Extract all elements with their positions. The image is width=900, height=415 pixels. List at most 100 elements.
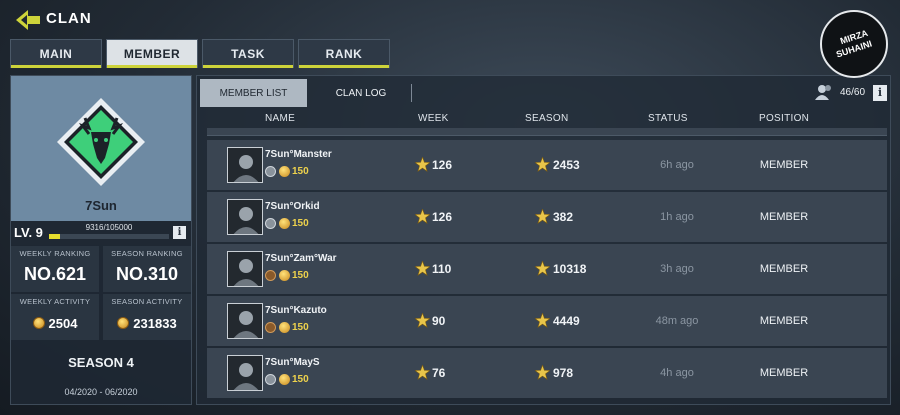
level-coin-icon — [279, 166, 290, 177]
portrait-icon — [228, 304, 262, 338]
tab-main[interactable]: MAIN — [10, 39, 102, 68]
member-row[interactable]: 7Sun°Manster 150 126 2453 6h ago MEMBER — [207, 140, 887, 190]
season-ranking-value: NO.310 — [115, 264, 179, 284]
col-status: STATUS — [648, 113, 688, 124]
member-week: 126 — [432, 210, 453, 224]
level-coin-icon — [279, 374, 290, 385]
clan-xp-text: 9316/105000 — [85, 223, 133, 232]
member-status: 6h ago — [660, 159, 694, 171]
season-activity-cell: SEASON ACTIVITY 231833 — [103, 294, 191, 340]
member-row[interactable]: 7Sun°Kazuto 150 90 4449 48m ago MEMBER — [207, 296, 887, 346]
tab-member[interactable]: MEMBER — [106, 39, 198, 68]
member-status: 4h ago — [660, 367, 694, 379]
season-star-icon — [535, 261, 550, 276]
member-avatar — [227, 251, 263, 287]
weekly-activity-label: WEEKLY ACTIVITY — [19, 297, 91, 306]
member-row[interactable]: 7Sun°Orkid 150 126 382 1h ago MEMBER — [207, 192, 887, 242]
level-coin-icon — [279, 218, 290, 229]
members-icon — [815, 85, 831, 100]
member-season: 382 — [553, 210, 574, 224]
rank-badge-icon — [265, 270, 276, 281]
member-position: MEMBER — [759, 159, 809, 171]
season-ranking-cell: SEASON RANKING NO.310 — [103, 246, 191, 292]
member-position: MEMBER — [759, 263, 809, 275]
season-title: SEASON 4 — [68, 355, 134, 370]
tab-rank-label: RANK — [325, 46, 363, 61]
season-dates: 04/2020 - 06/2020 — [64, 387, 138, 397]
clan-name: 7Sun — [85, 198, 117, 213]
column-headers: NAME WEEK SEASON STATUS POSITION — [197, 112, 890, 126]
portrait-icon — [228, 252, 262, 286]
season-ranking-label: SEASON RANKING — [111, 249, 183, 258]
watermark-logo: MIRZA SUHAINI — [820, 10, 888, 78]
member-position: MEMBER — [759, 211, 809, 223]
page-title: CLAN — [46, 10, 92, 27]
weekly-activity-value: 2504 — [48, 316, 78, 331]
partial-row — [207, 128, 887, 136]
clan-info-panel: 7Sun LV. 9 9316/105000 i WEEKLY RANKING … — [10, 75, 192, 405]
portrait-icon — [228, 148, 262, 182]
member-status: 48m ago — [655, 315, 699, 327]
back-button[interactable] — [14, 8, 42, 32]
member-avatar — [227, 355, 263, 391]
clan-level-row: LV. 9 9316/105000 i — [11, 221, 191, 245]
portrait-icon — [228, 356, 262, 390]
member-season: 4449 — [553, 314, 580, 328]
member-avatar — [227, 303, 263, 339]
member-row[interactable]: 7Sun°Zam°War 150 110 10318 3h ago MEMBER — [207, 244, 887, 294]
member-panel: MEMBER LIST CLAN LOG 46/60 i NAME WEEK S… — [196, 75, 891, 405]
season-activity-value: 231833 — [133, 316, 177, 331]
tab-task[interactable]: TASK — [202, 39, 294, 68]
col-name: NAME — [265, 113, 296, 124]
season-star-icon — [535, 157, 550, 172]
week-star-icon — [415, 365, 430, 380]
tab-rank[interactable]: RANK — [298, 39, 390, 68]
tab-task-label: TASK — [231, 46, 265, 61]
season-star-icon — [535, 365, 550, 380]
tab-clan-log[interactable]: CLAN LOG — [311, 79, 411, 107]
member-week: 126 — [432, 158, 453, 172]
weekly-ranking-value: NO.621 — [23, 264, 87, 284]
member-season: 978 — [553, 366, 574, 380]
member-position: MEMBER — [759, 367, 809, 379]
level-coin-icon — [279, 270, 290, 281]
season-star-icon — [535, 313, 550, 328]
portrait-icon — [228, 200, 262, 234]
clan-emblem-area: 7Sun — [11, 76, 191, 221]
level-info-icon[interactable]: i — [173, 226, 186, 239]
rank-badge-icon — [265, 374, 276, 385]
member-season: 2453 — [553, 158, 580, 172]
clan-tabs: MAIN MEMBER TASK RANK — [10, 39, 390, 68]
member-name: 7Sun°MayS — [265, 357, 320, 368]
member-list[interactable]: 7Sun°Manster 150 126 2453 6h ago MEMBER … — [197, 128, 890, 404]
season-star-icon — [535, 209, 550, 224]
weekly-ranking-label: WEEKLY RANKING — [19, 249, 91, 258]
clan-level: LV. 9 — [14, 225, 43, 240]
clan-emblem-deer-icon — [57, 98, 145, 186]
weekly-activity-cell: WEEKLY ACTIVITY 2504 — [11, 294, 99, 340]
col-week: WEEK — [418, 113, 449, 124]
member-week: 110 — [432, 262, 452, 276]
level-coin-icon — [279, 322, 290, 333]
member-season: 10318 — [553, 262, 587, 276]
member-week: 76 — [432, 366, 446, 380]
member-level: 150 — [292, 166, 309, 177]
member-count: 46/60 — [840, 87, 866, 98]
member-status: 1h ago — [660, 211, 694, 223]
member-level: 150 — [292, 270, 309, 281]
member-list-label: MEMBER LIST — [219, 87, 288, 99]
member-name: 7Sun°Orkid — [265, 201, 320, 212]
member-info-icon[interactable]: i — [873, 85, 887, 101]
tab-member-list[interactable]: MEMBER LIST — [200, 79, 307, 107]
member-name: 7Sun°Zam°War — [265, 253, 337, 264]
member-level: 150 — [292, 374, 309, 385]
activity-coin-icon — [117, 317, 130, 329]
member-row[interactable]: 7Sun°MayS 150 76 978 4h ago MEMBER — [207, 348, 887, 398]
tab-main-label: MAIN — [39, 46, 73, 61]
member-level: 150 — [292, 322, 309, 333]
clan-xp-bar — [49, 234, 169, 239]
week-star-icon — [415, 261, 430, 276]
tab-member-label: MEMBER — [123, 46, 181, 61]
member-avatar — [227, 147, 263, 183]
clan-xp-fill — [49, 234, 60, 239]
